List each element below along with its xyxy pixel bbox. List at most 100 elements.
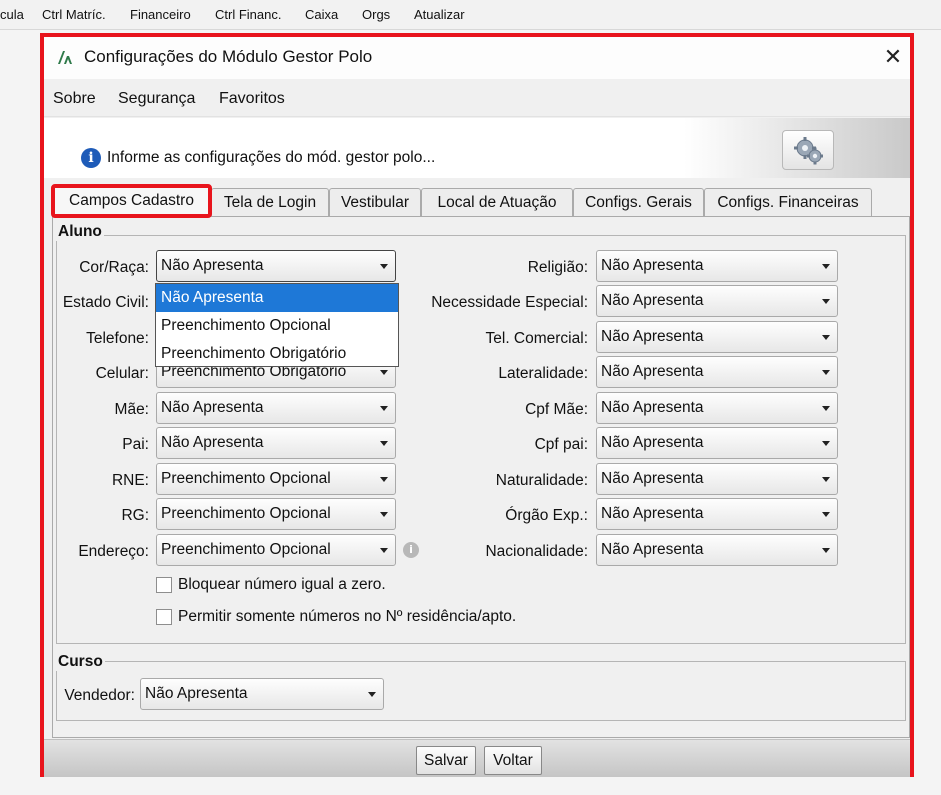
cor-raca-value: Não Apresenta	[161, 257, 264, 274]
aluno-group-title: Aluno	[56, 223, 104, 241]
vendedor-label: Vendedor:	[64, 687, 135, 704]
cor-raca-label: Cor/Raça:	[79, 259, 149, 276]
rg-value: Preenchimento Opcional	[161, 505, 331, 522]
naturalidade-label: Naturalidade:	[495, 472, 588, 489]
mae-select[interactable]: Não Apresenta	[156, 392, 396, 424]
chevron-down-icon	[822, 299, 830, 304]
religiao-value: Não Apresenta	[601, 257, 704, 274]
nacionalidade-value: Não Apresenta	[601, 541, 704, 558]
info-bar: i Informe as configurações do mód. gesto…	[44, 118, 910, 178]
pai-label: Pai:	[122, 436, 149, 453]
menu-item-favoritos[interactable]: Favoritos	[219, 90, 285, 108]
vendedor-value: Não Apresenta	[145, 685, 248, 702]
info-text: Informe as configurações do mód. gestor …	[107, 149, 436, 166]
cor-raca-select[interactable]: Não Apresenta	[156, 250, 396, 282]
celular-label: Celular:	[95, 365, 149, 382]
info-help-icon[interactable]: i	[403, 542, 419, 558]
endereco-label: Endereço:	[78, 543, 149, 560]
app-menu-item-ctrl-matric[interactable]: Ctrl Matríc.	[42, 7, 106, 22]
chevron-down-icon	[822, 335, 830, 340]
chevron-down-icon	[822, 441, 830, 446]
cpf-pai-select[interactable]: Não Apresenta	[596, 427, 838, 459]
rne-value: Preenchimento Opcional	[161, 470, 331, 487]
estado-civil-label: Estado Civil:	[62, 294, 149, 311]
tab-configs-gerais[interactable]: Configs. Gerais	[573, 188, 704, 217]
cpf-mae-label: Cpf Mãe:	[525, 401, 588, 418]
endereco-value: Preenchimento Opcional	[161, 541, 331, 558]
telefone-label: Telefone:	[86, 330, 149, 347]
chevron-down-icon	[380, 441, 388, 446]
tab-campos-cadastro[interactable]: Campos Cadastro	[51, 184, 212, 218]
vendedor-select[interactable]: Não Apresenta	[140, 678, 384, 710]
somente-numeros-checkbox[interactable]	[156, 609, 172, 625]
tab-tela-de-login[interactable]: Tela de Login	[211, 188, 329, 217]
rg-label: RG:	[121, 507, 149, 524]
dropdown-option-opcional[interactable]: Preenchimento Opcional	[156, 312, 398, 340]
orgao-exp-select[interactable]: Não Apresenta	[596, 498, 838, 530]
cpf-pai-value: Não Apresenta	[601, 434, 704, 451]
chevron-down-icon	[822, 548, 830, 553]
chevron-down-icon	[822, 477, 830, 482]
cpf-mae-select[interactable]: Não Apresenta	[596, 392, 838, 424]
bottom-button-bar: Salvar Voltar	[44, 739, 910, 777]
chevron-down-icon	[822, 406, 830, 411]
chevron-down-icon	[380, 512, 388, 517]
religiao-select[interactable]: Não Apresenta	[596, 250, 838, 282]
cor-raca-dropdown-list: Não Apresenta Preenchimento Opcional Pre…	[155, 283, 399, 367]
rne-select[interactable]: Preenchimento Opcional	[156, 463, 396, 495]
chevron-down-icon	[380, 406, 388, 411]
naturalidade-value: Não Apresenta	[601, 470, 704, 487]
rg-select[interactable]: Preenchimento Opcional	[156, 498, 396, 530]
window-title: Configurações do Módulo Gestor Polo	[84, 47, 373, 66]
close-icon: ✕	[883, 44, 903, 69]
save-button[interactable]: Salvar	[416, 746, 476, 775]
necessidade-especial-select[interactable]: Não Apresenta	[596, 285, 838, 317]
info-icon: i	[81, 148, 101, 168]
chevron-down-icon	[822, 370, 830, 375]
pai-select[interactable]: Não Apresenta	[156, 427, 396, 459]
dropdown-option-obrigatorio[interactable]: Preenchimento Obrigatório	[156, 340, 398, 368]
chevron-down-icon	[380, 477, 388, 482]
title-bar: Configurações do Módulo Gestor Polo ✕	[44, 37, 910, 79]
curso-group-title: Curso	[56, 653, 105, 671]
somente-numeros-label: Permitir somente números no Nº residênci…	[178, 608, 517, 625]
chevron-down-icon	[380, 548, 388, 553]
close-button[interactable]: ✕	[879, 43, 907, 71]
menu-bar: Sobre Segurança Favoritos	[44, 79, 910, 117]
dropdown-option-nao-apresenta[interactable]: Não Apresenta	[156, 284, 398, 312]
nacionalidade-label: Nacionalidade:	[485, 543, 588, 560]
tab-vestibular[interactable]: Vestibular	[329, 188, 421, 217]
tab-local-de-atuacao[interactable]: Local de Atuação	[421, 188, 573, 217]
menu-item-seguranca[interactable]: Segurança	[118, 90, 195, 108]
bloquear-zero-checkbox[interactable]	[156, 577, 172, 593]
settings-button[interactable]	[782, 130, 834, 170]
tab-configs-financeiras[interactable]: Configs. Financeiras	[704, 188, 872, 217]
pai-value: Não Apresenta	[161, 434, 264, 451]
endereco-select[interactable]: Preenchimento Opcional	[156, 534, 396, 566]
chevron-down-icon	[380, 370, 388, 375]
app-menu-item-caixa[interactable]: Caixa	[305, 7, 338, 22]
app-menu-item[interactable]: cula	[0, 7, 24, 22]
back-button[interactable]: Voltar	[484, 746, 542, 775]
gears-icon	[794, 137, 823, 165]
app-menu-item-financeiro[interactable]: Financeiro	[130, 7, 191, 22]
bloquear-zero-label: Bloquear número igual a zero.	[178, 576, 386, 593]
naturalidade-select[interactable]: Não Apresenta	[596, 463, 838, 495]
religiao-label: Religião:	[527, 259, 588, 276]
mae-value: Não Apresenta	[161, 399, 264, 416]
chevron-down-icon	[368, 692, 376, 697]
chevron-down-icon	[822, 264, 830, 269]
lateralidade-select[interactable]: Não Apresenta	[596, 356, 838, 388]
tel-comercial-value: Não Apresenta	[601, 328, 704, 345]
app-menu-item-atualizar[interactable]: Atualizar	[414, 7, 465, 22]
mae-label: Mãe:	[114, 401, 149, 418]
tel-comercial-select[interactable]: Não Apresenta	[596, 321, 838, 353]
chevron-down-icon	[822, 512, 830, 517]
necessidade-especial-value: Não Apresenta	[601, 292, 704, 309]
lateralidade-value: Não Apresenta	[601, 363, 704, 380]
app-menu-item-orgs[interactable]: Orgs	[362, 7, 390, 22]
menu-item-sobre[interactable]: Sobre	[53, 90, 96, 108]
app-menu-item-ctrl-financ[interactable]: Ctrl Financ.	[215, 7, 281, 22]
app-logo-icon	[58, 51, 72, 64]
nacionalidade-select[interactable]: Não Apresenta	[596, 534, 838, 566]
